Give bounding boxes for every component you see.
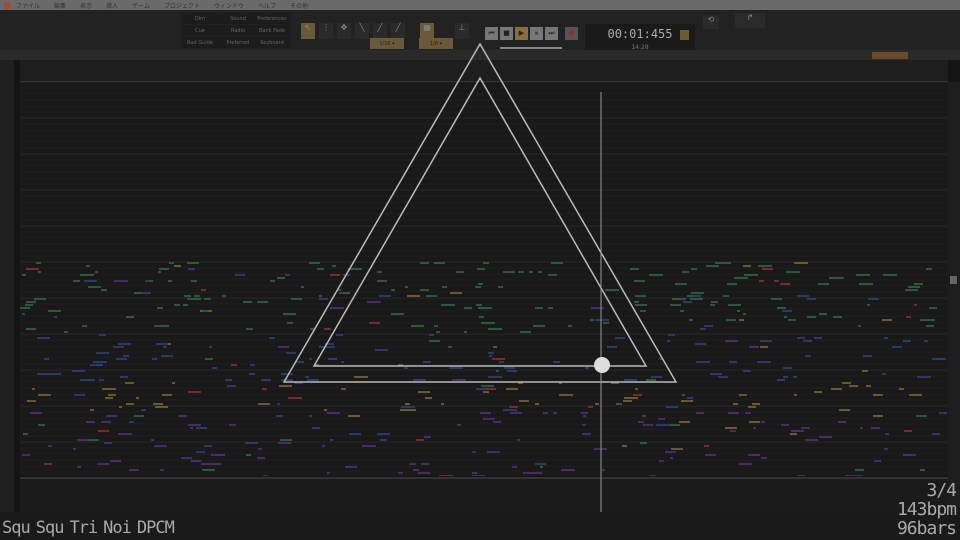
channel-list: Squ Squ Tri Noi DPCM [2,518,180,538]
channel-square2: Squ [35,518,65,538]
channel-triangle: Tri [69,518,98,538]
time-signature: 3/4 [926,480,957,501]
length: 96bars [896,518,957,539]
outer-triangle [282,42,678,383]
playhead-dot[interactable] [594,357,610,373]
tempo: 143bpm [896,499,957,520]
song-info: 3/4 143bpm 96bars [896,480,957,539]
channel-square1: Squ [2,518,31,538]
channel-dpcm: DPCM [136,518,175,538]
inner-triangle [312,76,648,367]
channel-noise: Noi [103,518,132,538]
triangle-overlay [282,42,678,512]
